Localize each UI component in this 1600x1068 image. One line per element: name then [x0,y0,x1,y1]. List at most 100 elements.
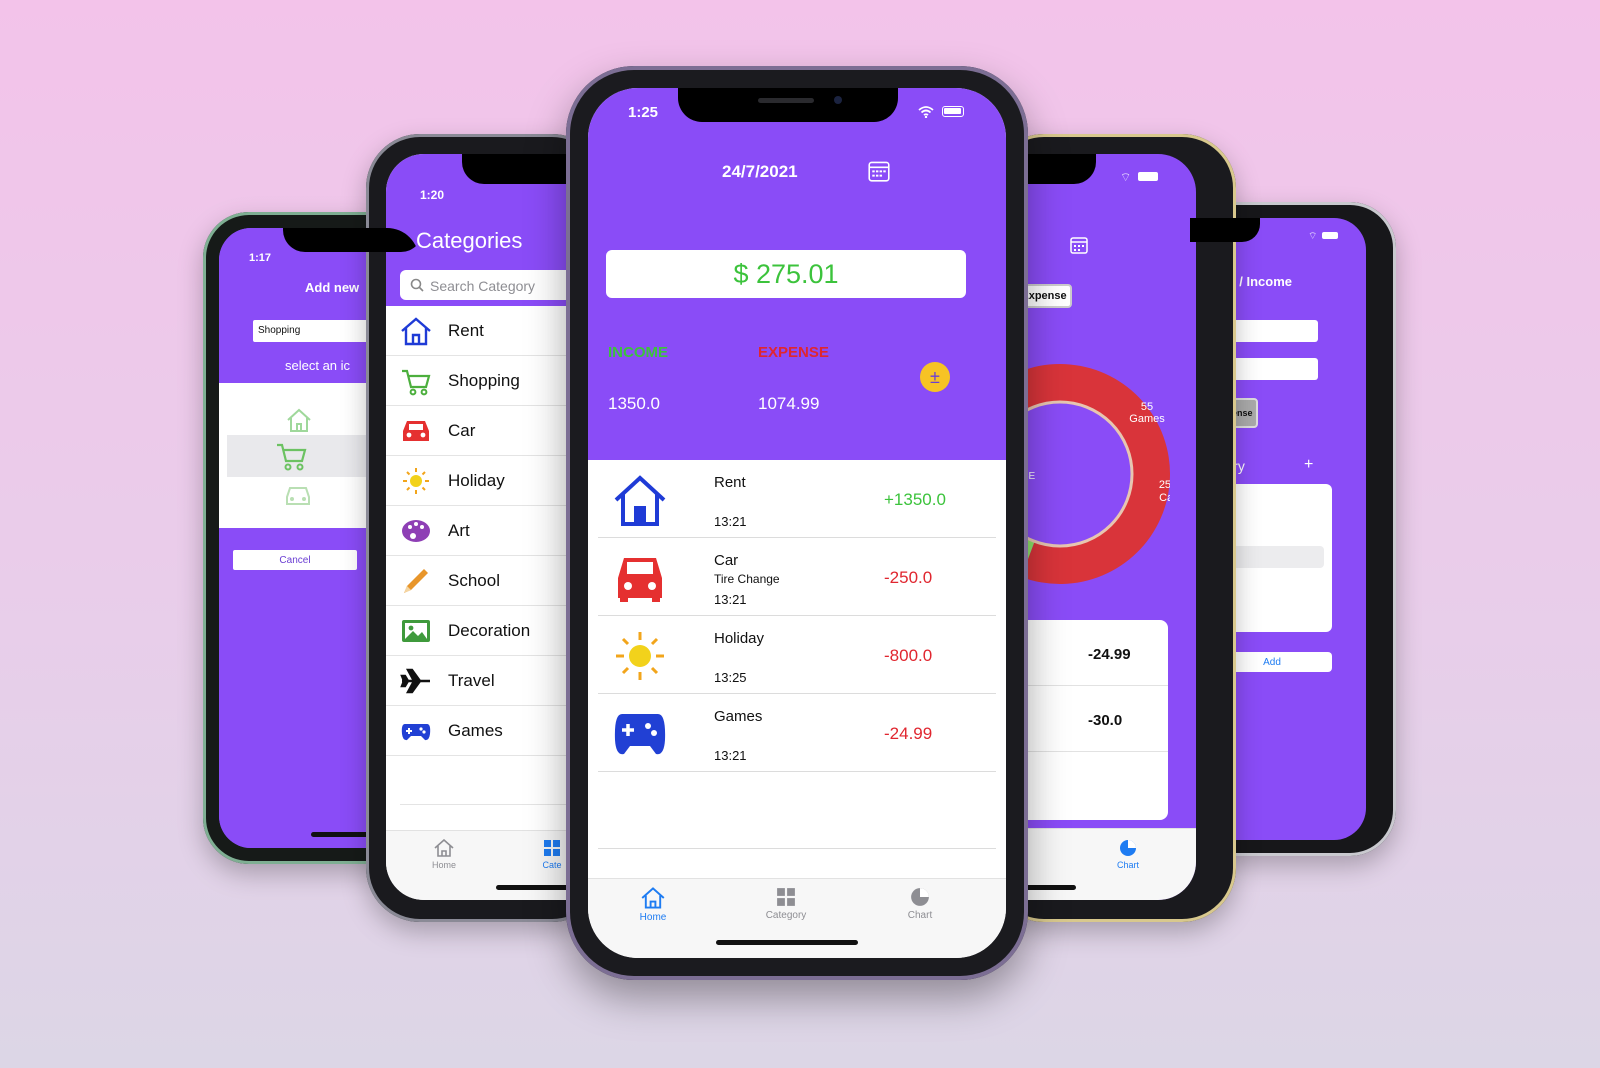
grid-icon [777,888,795,906]
car-icon [403,421,429,441]
tab-label: Chart [907,910,933,921]
expense-label: EXPENSE [758,344,829,361]
transaction-time: 13:25 [714,670,747,685]
add-button-label: Add [1263,657,1281,668]
category-item-label: Shopping [448,371,520,390]
tab-label: Home [639,912,667,923]
transaction-name: Rent [714,474,746,491]
row-amount: -30.0 [1088,712,1123,729]
tab-bar: Home Category Chart [588,878,1006,958]
car-icon[interactable] [283,481,313,509]
transaction-name: Car [714,552,739,569]
expense-value: 1074.99 [758,394,820,413]
grid-icon [544,840,560,856]
plus-minus-icon: ± [930,367,940,387]
page-title: Categories [416,228,523,253]
wifi-icon [918,106,934,118]
airplane-icon [400,668,430,694]
income-label: INCOME [608,344,668,361]
transaction-row-holiday[interactable]: Holiday 13:25 -800.0 [598,616,996,694]
battery-icon [942,106,964,117]
transaction-name: Holiday [714,630,765,647]
battery-icon [1322,232,1338,239]
tab-label: Cate [542,860,562,870]
picture-icon [402,620,430,642]
add-category-button[interactable]: + [1304,456,1313,474]
pie-icon [911,888,929,906]
house-icon [614,475,666,526]
chart-slice-value-car: 250 [1159,479,1170,491]
status-time: 1:25 [628,104,659,121]
house-icon [434,838,454,857]
home-screen: 1:25 24/7/2021 $ 275.01 INCOME EXPENSE 1… [588,88,1006,958]
home-indicator [716,940,858,945]
transaction-note: Tire Change [714,572,780,586]
transaction-amount: -250.0 [884,568,933,587]
tab-label: Home [431,860,456,870]
transaction-row-car[interactable]: Car Tire Change 13:21 -250.0 [598,538,996,616]
income-value: 1350.0 [608,394,660,413]
chart-slice-label-car: Car [1159,492,1170,504]
search-icon [410,278,424,292]
gamepad-icon [401,724,431,741]
transaction-amount: -24.99 [884,724,933,743]
transaction-amount: +1350.0 [884,490,946,509]
search-placeholder: Search Category [430,278,536,294]
calendar-icon[interactable] [1070,236,1088,254]
balance-value: $ 275.01 [733,259,839,289]
transaction-row-games[interactable]: Games 13:21 -24.99 [598,694,996,772]
category-item-label: School [448,571,500,590]
cart-icon [402,369,431,396]
tab-category[interactable]: Category [758,887,814,921]
house-icon[interactable] [285,407,313,433]
wifi-icon: ⌔ [1120,170,1132,184]
status-time: 1:20 [420,188,445,202]
transaction-amount: -800.0 [884,646,933,665]
chart-slice-value-games: 55 [1141,401,1153,413]
gamepad-icon [614,714,666,755]
category-item-label: Holiday [448,471,505,490]
transaction-name: Games [714,708,763,725]
house-icon [401,317,431,346]
tab-category[interactable]: Cate [534,839,570,870]
palette-icon [402,520,430,542]
battery-icon [1138,172,1158,181]
expense-toggle-label: Expense [1021,290,1067,302]
sun-icon [403,468,429,494]
pie-icon [1120,840,1136,856]
transaction-time: 13:21 [714,748,747,763]
sun-icon [616,632,664,680]
category-item-label: Rent [448,321,484,340]
page-title: Add new [305,280,360,295]
category-item-label: Travel [448,671,495,690]
transaction-time: 13:21 [714,514,747,529]
tab-chart[interactable]: Chart [900,887,940,921]
tab-label: Chart [1116,860,1139,870]
wifi-icon: ⌔ [1308,231,1318,242]
add-transaction-button[interactable]: ± [920,362,950,392]
status-time: 1:17 [249,252,272,264]
cart-icon[interactable] [275,441,309,471]
car-icon [618,558,662,602]
name-field-value: Shopping [258,325,301,336]
tab-chart[interactable]: Chart [1108,839,1148,870]
select-icon-prompt: select an ic [285,358,351,373]
calendar-icon[interactable] [868,160,890,182]
category-item-label: Car [448,421,476,440]
category-item-label: Games [448,721,503,740]
tab-home[interactable]: Home [632,887,674,923]
tab-label: Category [765,910,807,921]
pencil-icon [404,569,428,593]
tab-home[interactable]: Home [426,838,462,870]
transaction-list: Rent 13:21 +1350.0 Car Tire Change 13:21… [598,460,996,850]
transaction-row-rent[interactable]: Rent 13:21 +1350.0 [598,460,996,538]
phone-home: 1:25 24/7/2021 $ 275.01 INCOME EXPENSE 1… [566,66,1028,980]
row-amount: -24.99 [1088,646,1131,663]
transaction-time: 13:21 [714,592,747,607]
chart-slice-label-games: Games [1129,413,1165,425]
date-label: 24/7/2021 [722,162,798,181]
category-item-label: Decoration [448,621,531,640]
cancel-button-label: Cancel [279,555,311,566]
category-item-label: Art [448,521,470,540]
cancel-button[interactable]: Cancel [233,550,357,570]
